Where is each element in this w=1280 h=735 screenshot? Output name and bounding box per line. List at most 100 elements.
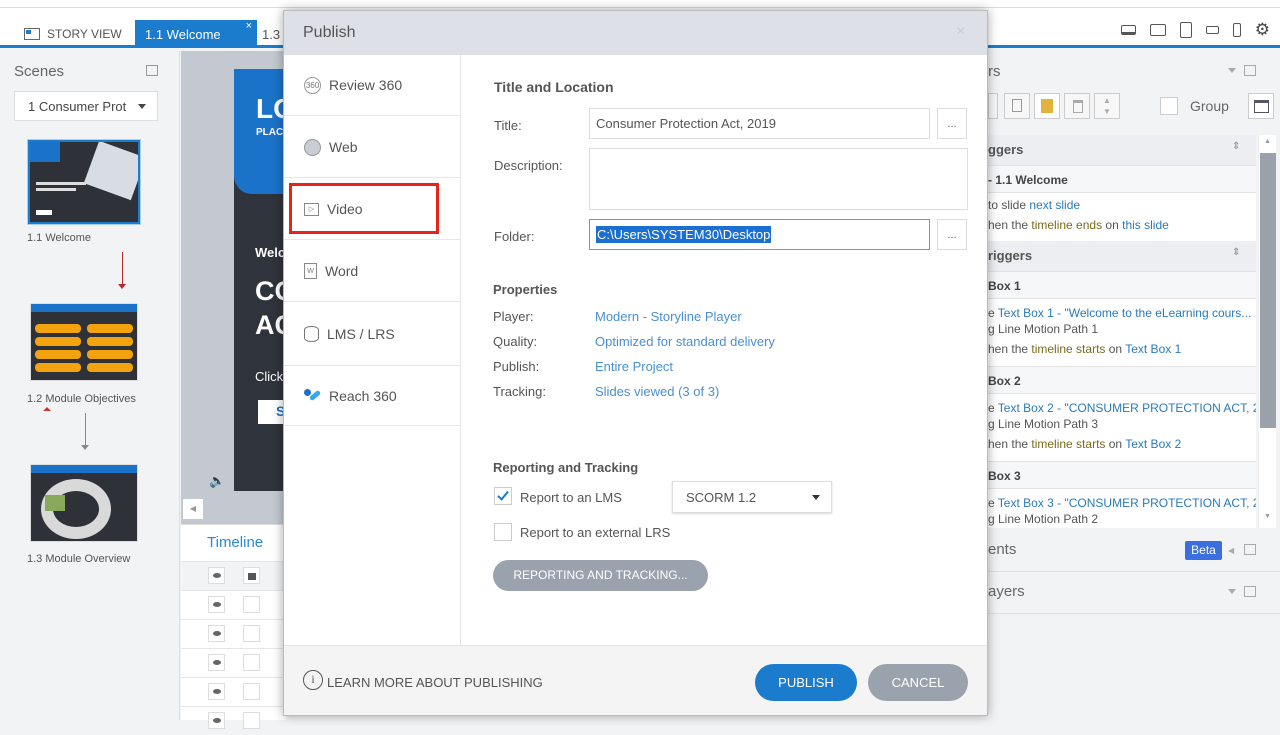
trigger-link[interactable]: Text Box 3 - "CONSUMER PROTECTION ACT, 2… bbox=[998, 496, 1256, 510]
eye-icon[interactable] bbox=[208, 712, 225, 729]
close-icon[interactable]: × bbox=[956, 23, 965, 41]
trigger-condition-line[interactable]: hen the timeline starts on Text Box 1 bbox=[988, 342, 1181, 356]
lock-toggle[interactable] bbox=[243, 596, 260, 613]
eye-icon[interactable] bbox=[208, 596, 225, 613]
panel-restore-icon[interactable] bbox=[1244, 65, 1256, 76]
tab-story-view[interactable]: STORY VIEW bbox=[18, 20, 128, 48]
panel-restore-icon[interactable] bbox=[146, 65, 158, 76]
title-input[interactable]: Consumer Protection Act, 2019 bbox=[589, 108, 930, 139]
laptop-icon[interactable] bbox=[1120, 25, 1136, 35]
trigger-link[interactable]: Text Box 1 - "Welcome to the eLearning c… bbox=[998, 306, 1252, 320]
scene-dropdown[interactable]: 1 Consumer Prot bbox=[14, 91, 158, 121]
nav-review-360[interactable]: 360 Review 360 bbox=[284, 55, 460, 116]
trigger-path-line[interactable]: g Line Motion Path 1 bbox=[988, 322, 1098, 336]
description-input[interactable] bbox=[589, 148, 968, 210]
trigger-path-line[interactable]: g Line Motion Path 2 bbox=[988, 512, 1098, 526]
move-trigger-updown[interactable]: ▲ ▼ bbox=[1094, 93, 1120, 119]
eye-icon[interactable] bbox=[208, 683, 225, 700]
trigger-link[interactable]: Text Box 2 bbox=[1125, 437, 1181, 451]
trigger-path-line[interactable]: g Line Motion Path 3 bbox=[988, 417, 1098, 431]
trigger-link[interactable]: this slide bbox=[1122, 218, 1169, 232]
slide-thumbnail-3[interactable] bbox=[30, 464, 138, 542]
cancel-button[interactable]: CANCEL bbox=[868, 664, 968, 701]
learn-more-link[interactable]: LEARN MORE ABOUT PUBLISHING bbox=[327, 675, 543, 690]
lock-toggle[interactable] bbox=[243, 712, 260, 729]
collapse-section-icon[interactable]: ⇕ bbox=[1232, 247, 1240, 258]
trigger-event[interactable]: timeline ends bbox=[1031, 218, 1102, 232]
eye-icon[interactable] bbox=[208, 654, 225, 671]
paste-trigger-button[interactable] bbox=[1034, 93, 1060, 119]
trigger-list-scrollbar[interactable]: ▲ ▼ bbox=[1258, 135, 1276, 528]
trigger-condition-line[interactable]: hen the timeline ends on this slide bbox=[988, 218, 1169, 232]
folder-input[interactable]: C:\Users\SYSTEM30\Desktop bbox=[589, 219, 930, 250]
group-checkbox[interactable] bbox=[1160, 97, 1178, 115]
variables-button[interactable] bbox=[1248, 93, 1274, 119]
eye-icon[interactable] bbox=[208, 567, 225, 584]
trigger-action-line[interactable]: to slide next slide bbox=[988, 198, 1080, 212]
gear-icon[interactable]: ⚙ bbox=[1255, 20, 1270, 40]
publish-button[interactable]: PUBLISH bbox=[755, 664, 857, 701]
slide-start-button[interactable]: S bbox=[258, 400, 286, 424]
trigger-action-line[interactable]: e Text Box 3 - "CONSUMER PROTECTION ACT,… bbox=[988, 496, 1256, 510]
trigger-action-line[interactable]: e Text Box 2 - "CONSUMER PROTECTION ACT,… bbox=[988, 401, 1256, 415]
panel-restore-icon[interactable] bbox=[1244, 544, 1256, 555]
delete-trigger-button[interactable] bbox=[1064, 93, 1090, 119]
nav-word[interactable]: W Word bbox=[284, 241, 460, 302]
thumb-logo-block bbox=[30, 142, 60, 162]
slide-thumbnail-2[interactable] bbox=[30, 303, 138, 381]
folder-browse-button[interactable]: ... bbox=[937, 219, 967, 250]
nav-web[interactable]: Web bbox=[284, 117, 460, 178]
publish-scope-link[interactable]: Entire Project bbox=[595, 359, 673, 374]
report-lms-checkbox[interactable] bbox=[494, 487, 512, 505]
tab-slide-next[interactable]: 1.3 bbox=[262, 20, 280, 48]
trigger-link[interactable]: Text Box 1 bbox=[1125, 342, 1181, 356]
close-tab-icon[interactable]: × bbox=[246, 20, 252, 32]
eye-icon[interactable] bbox=[208, 625, 225, 642]
lock-icon[interactable] bbox=[243, 567, 260, 584]
scroll-down-icon[interactable]: ▼ bbox=[1264, 513, 1271, 520]
chevron-down-icon[interactable] bbox=[1228, 68, 1236, 73]
timeline-title[interactable]: Timeline bbox=[207, 534, 263, 551]
lms-standard-dropdown[interactable]: SCORM 1.2 bbox=[672, 481, 832, 513]
quality-link[interactable]: Optimized for standard delivery bbox=[595, 334, 775, 349]
tab-slide-welcome[interactable]: 1.1 Welcome × bbox=[135, 20, 257, 48]
collapse-section-icon[interactable]: ⇕ bbox=[1232, 141, 1240, 152]
edit-trigger-button[interactable] bbox=[988, 93, 998, 119]
trigger-condition-line[interactable]: hen the timeline starts on Text Box 2 bbox=[988, 437, 1181, 451]
info-icon[interactable]: i bbox=[303, 670, 323, 690]
panel-restore-icon[interactable] bbox=[1244, 586, 1256, 597]
chevron-down-icon[interactable] bbox=[1228, 589, 1236, 594]
report-lrs-checkbox[interactable] bbox=[494, 523, 512, 541]
slide-thumbnail-1[interactable] bbox=[27, 139, 141, 225]
copy-trigger-button[interactable] bbox=[1004, 93, 1030, 119]
trigger-event[interactable]: timeline starts bbox=[1031, 342, 1105, 356]
trash-icon bbox=[1073, 100, 1083, 113]
thumb-objective bbox=[35, 337, 81, 346]
trigger-link[interactable]: Text Box 2 - "CONSUMER PROTECTION ACT, 2… bbox=[998, 401, 1256, 415]
speaker-icon[interactable]: 🔈 bbox=[209, 473, 225, 489]
reporting-tracking-button[interactable]: REPORTING AND TRACKING... bbox=[493, 560, 708, 591]
lock-toggle[interactable] bbox=[243, 683, 260, 700]
trigger-link[interactable]: next slide bbox=[1029, 198, 1080, 212]
canvas-scrollbar[interactable]: ◀ bbox=[181, 496, 286, 524]
nav-reach-360[interactable]: Reach 360 bbox=[284, 365, 460, 426]
lock-toggle[interactable] bbox=[243, 654, 260, 671]
nav-lms-lrs[interactable]: LMS / LRS bbox=[284, 303, 460, 364]
scrollbar-thumb[interactable] bbox=[1260, 153, 1276, 428]
trigger-action-line[interactable]: e Text Box 1 - "Welcome to the eLearning… bbox=[988, 306, 1251, 320]
lock-toggle[interactable] bbox=[243, 625, 260, 642]
tracking-link[interactable]: Slides viewed (3 of 3) bbox=[595, 384, 719, 399]
scroll-left-icon[interactable]: ◀ bbox=[183, 499, 203, 519]
phone-portrait-icon[interactable] bbox=[1232, 23, 1241, 37]
player-link[interactable]: Modern - Storyline Player bbox=[595, 309, 742, 324]
scroll-up-icon[interactable]: ▲ bbox=[1264, 138, 1271, 145]
comments-panel-title[interactable]: ents bbox=[988, 541, 1016, 558]
tablet-portrait-icon[interactable] bbox=[1179, 22, 1192, 38]
phone-landscape-icon[interactable] bbox=[1205, 26, 1219, 34]
chevron-left-icon[interactable]: ◀ bbox=[1228, 546, 1234, 555]
trigger-event[interactable]: timeline starts bbox=[1031, 437, 1105, 451]
title-browse-button[interactable]: ... bbox=[937, 108, 967, 139]
triggers-panel-title: rs bbox=[988, 63, 1001, 80]
layers-panel-title[interactable]: ayers bbox=[988, 583, 1025, 600]
tablet-landscape-icon[interactable] bbox=[1149, 24, 1166, 36]
